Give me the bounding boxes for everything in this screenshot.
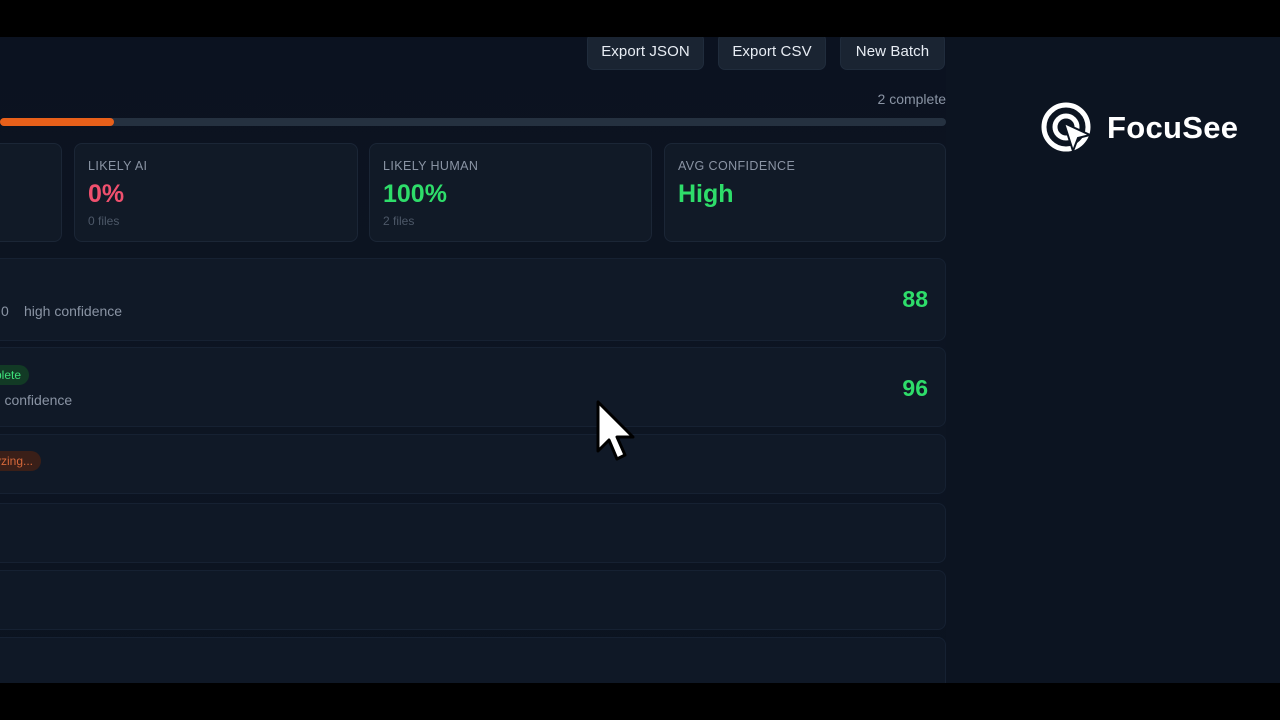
stat-value: High bbox=[678, 180, 734, 208]
mouse-cursor-icon bbox=[596, 400, 635, 461]
complete-count: 2 complete bbox=[877, 91, 946, 107]
result-row[interactable]: yzing... bbox=[0, 434, 946, 494]
app-view: Export JSON Export CSV New Batch 2 compl… bbox=[0, 37, 1280, 683]
result-row-placeholder bbox=[0, 570, 946, 630]
result-row[interactable]: plete gh confidence 96 bbox=[0, 347, 946, 427]
result-row-placeholder bbox=[0, 503, 946, 563]
status-badge: plete bbox=[0, 365, 30, 385]
result-confidence: gh confidence bbox=[0, 392, 73, 408]
export-csv-button[interactable]: Export CSV bbox=[718, 37, 826, 70]
stat-label: LIKELY AI bbox=[88, 159, 148, 173]
stat-card-likely-ai: LIKELY AI 0% 0 files bbox=[74, 143, 358, 242]
letterbox-top bbox=[0, 0, 1280, 37]
stat-card-partial bbox=[0, 143, 62, 242]
progress-bar bbox=[0, 118, 946, 126]
stat-sub: 0 files bbox=[88, 214, 120, 228]
letterbox-bottom bbox=[0, 683, 1280, 720]
new-batch-button[interactable]: New Batch bbox=[840, 37, 945, 70]
stat-card-likely-human: LIKELY HUMAN 100% 2 files bbox=[369, 143, 652, 242]
focusee-logo-icon bbox=[1041, 102, 1093, 155]
progress-fill bbox=[0, 118, 114, 126]
stat-sub: 2 files bbox=[383, 214, 415, 228]
result-score: 96 bbox=[902, 375, 928, 401]
brand-name: FocuSee bbox=[1107, 110, 1239, 145]
result-score: 88 bbox=[902, 286, 928, 312]
result-prefix: 0 bbox=[1, 303, 9, 319]
stat-value: 100% bbox=[383, 180, 447, 208]
result-row[interactable]: 0 high confidence 88 bbox=[0, 258, 946, 341]
brand-watermark: FocuSee bbox=[1040, 101, 1238, 155]
export-json-button[interactable]: Export JSON bbox=[587, 37, 704, 70]
stat-label: LIKELY HUMAN bbox=[383, 159, 479, 173]
status-badge: yzing... bbox=[0, 451, 42, 471]
stat-label: AVG CONFIDENCE bbox=[678, 159, 796, 173]
result-row-placeholder bbox=[0, 637, 946, 683]
result-confidence: high confidence bbox=[24, 303, 123, 319]
stat-card-avg-confidence: AVG CONFIDENCE High bbox=[664, 143, 946, 242]
stat-value: 0% bbox=[88, 180, 125, 208]
